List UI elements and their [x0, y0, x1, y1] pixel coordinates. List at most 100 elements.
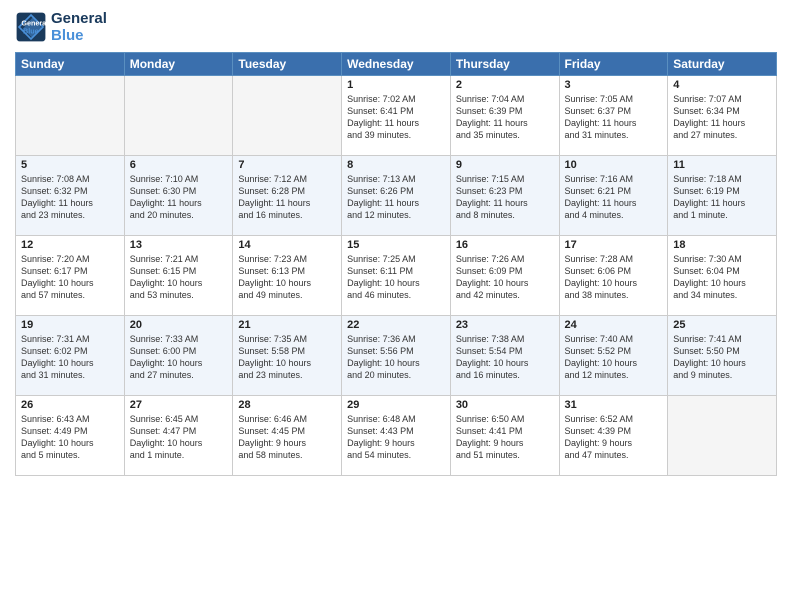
day-number: 15	[347, 239, 445, 251]
week-row-3: 19Sunrise: 7:31 AM Sunset: 6:02 PM Dayli…	[16, 316, 777, 396]
calendar-cell: 8 Sunrise: 7:13 AM Sunset: 6:26 PM Daylig…	[342, 156, 451, 236]
calendar-cell: 31 Sunrise: 6:52 AM Sunset: 4:39 PM Dayli…	[559, 396, 668, 476]
calendar-cell: 18 Sunrise: 7:30 AM Sunset: 6:04 PM Dayli…	[668, 236, 777, 316]
calendar-cell: 16 Sunrise: 7:26 AM Sunset: 6:09 PM Dayli…	[450, 236, 559, 316]
day-number: 30	[456, 399, 554, 411]
day-number: 26	[21, 399, 119, 411]
day-number: 27	[130, 399, 228, 411]
cell-content: Sunrise: 7:07 AM Sunset: 6:34 PM Dayligh…	[673, 93, 771, 142]
calendar-cell: 3Sunrise: 7:05 AM Sunset: 6:37 PM Daylig…	[559, 76, 668, 156]
calendar-cell	[124, 76, 233, 156]
weekday-header-row: SundayMondayTuesdayWednesdayThursdayFrid…	[16, 53, 777, 76]
calendar-cell: 13Sunrise: 7:21 AM Sunset: 6:15 PM Dayli…	[124, 236, 233, 316]
cell-content: Sunrise: 7:36 AM Sunset: 5:56 PM Dayligh…	[347, 333, 445, 382]
calendar-cell: 26 Sunrise: 6:43 AM Sunset: 4:49 PM Dayli…	[16, 396, 125, 476]
calendar-cell: 28 Sunrise: 6:46 AM Sunset: 4:45 PM Dayli…	[233, 396, 342, 476]
cell-content: Sunrise: 7:20 AM Sunset: 6:17 PM Dayligh…	[21, 253, 119, 302]
week-row-1: 5 Sunrise: 7:08 AM Sunset: 6:32 PM Daylig…	[16, 156, 777, 236]
weekday-header-sunday: Sunday	[16, 53, 125, 76]
cell-content: Sunrise: 7:26 AM Sunset: 6:09 PM Dayligh…	[456, 253, 554, 302]
cell-content: Sunrise: 6:48 AM Sunset: 4:43 PM Dayligh…	[347, 413, 445, 462]
calendar-cell: 10 Sunrise: 7:16 AM Sunset: 6:21 PM Dayli…	[559, 156, 668, 236]
day-number: 23	[456, 319, 554, 331]
calendar-cell: 12 Sunrise: 7:20 AM Sunset: 6:17 PM Dayli…	[16, 236, 125, 316]
day-number: 25	[673, 319, 771, 331]
weekday-header-monday: Monday	[124, 53, 233, 76]
calendar-cell: 19Sunrise: 7:31 AM Sunset: 6:02 PM Dayli…	[16, 316, 125, 396]
day-number: 5	[21, 159, 119, 171]
cell-content: Sunrise: 7:16 AM Sunset: 6:21 PM Dayligh…	[565, 173, 663, 222]
day-number: 10	[565, 159, 663, 171]
day-number: 24	[565, 319, 663, 331]
day-number: 16	[456, 239, 554, 251]
cell-content: Sunrise: 6:46 AM Sunset: 4:45 PM Dayligh…	[238, 413, 336, 462]
calendar-cell: 22 Sunrise: 7:36 AM Sunset: 5:56 PM Dayli…	[342, 316, 451, 396]
day-number: 29	[347, 399, 445, 411]
cell-content: Sunrise: 7:41 AM Sunset: 5:50 PM Dayligh…	[673, 333, 771, 382]
weekday-header-thursday: Thursday	[450, 53, 559, 76]
calendar-cell: 6 Sunrise: 7:10 AM Sunset: 6:30 PM Daylig…	[124, 156, 233, 236]
cell-content: Sunrise: 7:04 AM Sunset: 6:39 PM Dayligh…	[456, 93, 554, 142]
cell-content: Sunrise: 7:12 AM Sunset: 6:28 PM Dayligh…	[238, 173, 336, 222]
weekday-header-wednesday: Wednesday	[342, 53, 451, 76]
cell-content: Sunrise: 6:43 AM Sunset: 4:49 PM Dayligh…	[21, 413, 119, 462]
calendar-table: SundayMondayTuesdayWednesdayThursdayFrid…	[15, 52, 777, 476]
calendar-cell: 9 Sunrise: 7:15 AM Sunset: 6:23 PM Daylig…	[450, 156, 559, 236]
logo-text: General Blue	[51, 10, 107, 44]
day-number: 20	[130, 319, 228, 331]
day-number: 4	[673, 79, 771, 91]
calendar-cell: 24 Sunrise: 7:40 AM Sunset: 5:52 PM Dayli…	[559, 316, 668, 396]
calendar-cell: 11Sunrise: 7:18 AM Sunset: 6:19 PM Dayli…	[668, 156, 777, 236]
calendar-cell: 14Sunrise: 7:23 AM Sunset: 6:13 PM Dayli…	[233, 236, 342, 316]
cell-content: Sunrise: 7:13 AM Sunset: 6:26 PM Dayligh…	[347, 173, 445, 222]
week-row-4: 26 Sunrise: 6:43 AM Sunset: 4:49 PM Dayli…	[16, 396, 777, 476]
cell-content: Sunrise: 6:52 AM Sunset: 4:39 PM Dayligh…	[565, 413, 663, 462]
day-number: 31	[565, 399, 663, 411]
cell-content: Sunrise: 7:15 AM Sunset: 6:23 PM Dayligh…	[456, 173, 554, 222]
day-number: 13	[130, 239, 228, 251]
cell-content: Sunrise: 7:18 AM Sunset: 6:19 PM Dayligh…	[673, 173, 771, 222]
day-number: 8	[347, 159, 445, 171]
calendar-cell: 29 Sunrise: 6:48 AM Sunset: 4:43 PM Dayli…	[342, 396, 451, 476]
calendar-cell	[233, 76, 342, 156]
calendar-cell	[668, 396, 777, 476]
cell-content: Sunrise: 7:05 AM Sunset: 6:37 PM Dayligh…	[565, 93, 663, 142]
cell-content: Sunrise: 7:23 AM Sunset: 6:13 PM Dayligh…	[238, 253, 336, 302]
calendar-cell: 7 Sunrise: 7:12 AM Sunset: 6:28 PM Daylig…	[233, 156, 342, 236]
cell-content: Sunrise: 7:28 AM Sunset: 6:06 PM Dayligh…	[565, 253, 663, 302]
day-number: 18	[673, 239, 771, 251]
cell-content: Sunrise: 7:08 AM Sunset: 6:32 PM Dayligh…	[21, 173, 119, 222]
cell-content: Sunrise: 6:45 AM Sunset: 4:47 PM Dayligh…	[130, 413, 228, 462]
day-number: 2	[456, 79, 554, 91]
cell-content: Sunrise: 7:10 AM Sunset: 6:30 PM Dayligh…	[130, 173, 228, 222]
day-number: 12	[21, 239, 119, 251]
cell-content: Sunrise: 7:38 AM Sunset: 5:54 PM Dayligh…	[456, 333, 554, 382]
weekday-header-tuesday: Tuesday	[233, 53, 342, 76]
cell-content: Sunrise: 7:30 AM Sunset: 6:04 PM Dayligh…	[673, 253, 771, 302]
calendar-cell: 15Sunrise: 7:25 AM Sunset: 6:11 PM Dayli…	[342, 236, 451, 316]
logo: General Blue General Blue	[15, 10, 107, 44]
day-number: 7	[238, 159, 336, 171]
day-number: 9	[456, 159, 554, 171]
weekday-header-friday: Friday	[559, 53, 668, 76]
week-row-2: 12 Sunrise: 7:20 AM Sunset: 6:17 PM Dayli…	[16, 236, 777, 316]
week-row-0: 1Sunrise: 7:02 AM Sunset: 6:41 PM Daylig…	[16, 76, 777, 156]
calendar-cell: 27 Sunrise: 6:45 AM Sunset: 4:47 PM Dayli…	[124, 396, 233, 476]
weekday-header-saturday: Saturday	[668, 53, 777, 76]
cell-content: Sunrise: 7:02 AM Sunset: 6:41 PM Dayligh…	[347, 93, 445, 142]
calendar-cell: 4 Sunrise: 7:07 AM Sunset: 6:34 PM Daylig…	[668, 76, 777, 156]
calendar-cell: 20 Sunrise: 7:33 AM Sunset: 6:00 PM Dayli…	[124, 316, 233, 396]
day-number: 17	[565, 239, 663, 251]
cell-content: Sunrise: 7:31 AM Sunset: 6:02 PM Dayligh…	[21, 333, 119, 382]
calendar-cell: 1Sunrise: 7:02 AM Sunset: 6:41 PM Daylig…	[342, 76, 451, 156]
day-number: 22	[347, 319, 445, 331]
cell-content: Sunrise: 7:40 AM Sunset: 5:52 PM Dayligh…	[565, 333, 663, 382]
day-number: 6	[130, 159, 228, 171]
calendar-cell: 21Sunrise: 7:35 AM Sunset: 5:58 PM Dayli…	[233, 316, 342, 396]
calendar-cell: 5 Sunrise: 7:08 AM Sunset: 6:32 PM Daylig…	[16, 156, 125, 236]
calendar-cell: 23 Sunrise: 7:38 AM Sunset: 5:54 PM Dayli…	[450, 316, 559, 396]
day-number: 21	[238, 319, 336, 331]
cell-content: Sunrise: 7:33 AM Sunset: 6:00 PM Dayligh…	[130, 333, 228, 382]
calendar-cell: 17 Sunrise: 7:28 AM Sunset: 6:06 PM Dayli…	[559, 236, 668, 316]
day-number: 28	[238, 399, 336, 411]
